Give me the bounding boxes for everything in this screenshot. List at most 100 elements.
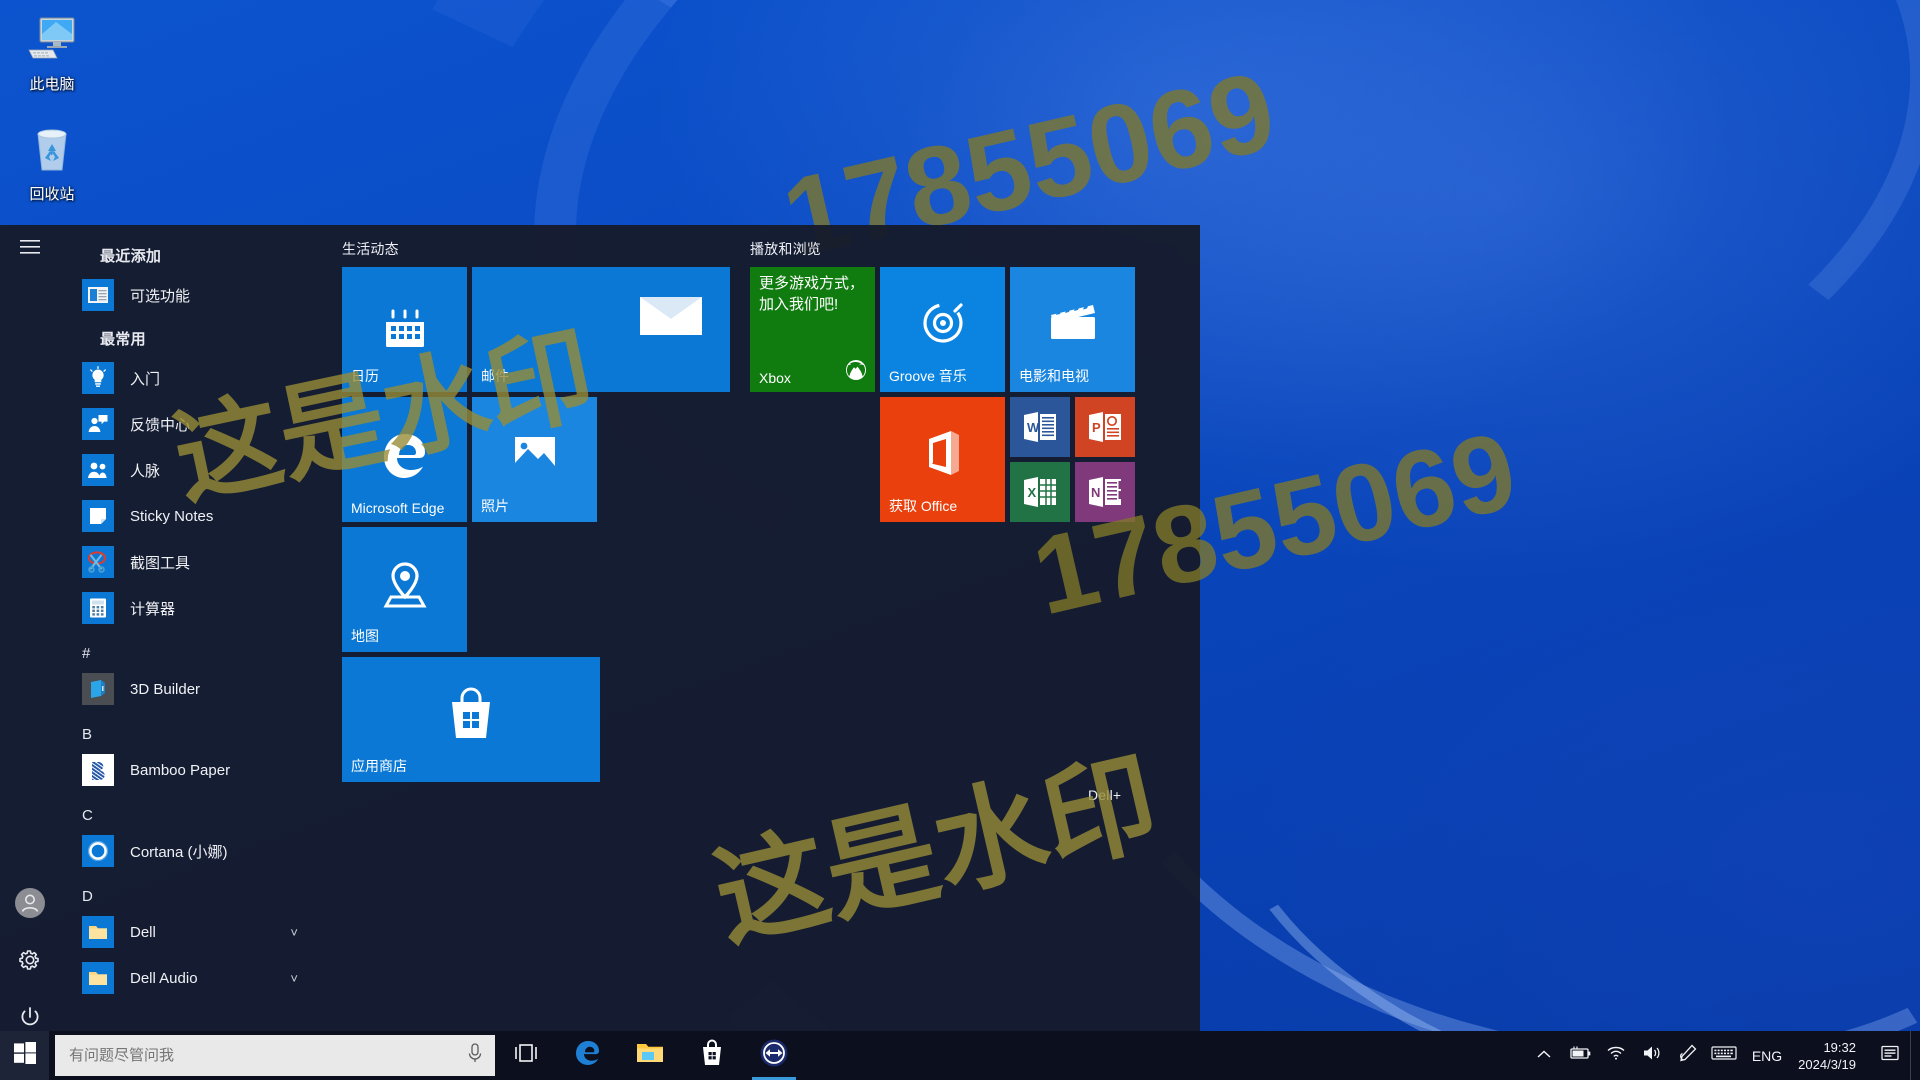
tile-movies-tv[interactable]: 电影和电视: [1010, 267, 1135, 392]
tile-get-office[interactable]: 获取 Office: [880, 397, 1005, 522]
get-started-icon: [82, 362, 114, 394]
desktop-icon-recycle-bin[interactable]: 回收站: [4, 120, 100, 204]
word-icon: W: [1010, 397, 1070, 457]
power-icon: [18, 1005, 42, 1034]
alpha-header-c[interactable]: C: [60, 793, 320, 828]
microphone-icon[interactable]: [465, 1042, 485, 1069]
edge-icon: [573, 1038, 603, 1073]
tile-label: Groove 音乐: [889, 368, 967, 384]
task-view-button[interactable]: [495, 1031, 557, 1080]
start-menu-rail: [0, 225, 60, 1031]
app-row-get-started[interactable]: 入门: [60, 355, 320, 401]
tile-word[interactable]: W: [1010, 397, 1070, 457]
speaker-icon: [1641, 1044, 1663, 1067]
chevron-down-icon[interactable]: ˅: [290, 925, 298, 940]
chevron-up-icon: [1536, 1047, 1552, 1065]
tiles-area[interactable]: 生活动态 日历 邮件 Microsoft Edge 照片 地图 应用商店 播放和…: [320, 225, 1200, 1031]
app-row-3d-builder[interactable]: 3D Builder: [60, 666, 320, 712]
feedback-hub-icon: [82, 408, 114, 440]
app-label: 人脉: [130, 462, 161, 480]
tile-group-title-play[interactable]: 播放和浏览: [750, 239, 821, 259]
hamburger-menu-button[interactable]: [0, 225, 60, 273]
network-button[interactable]: [1598, 1031, 1634, 1080]
clock-time: 19:32: [1823, 1039, 1856, 1055]
show-hidden-icons-button[interactable]: [1526, 1031, 1562, 1080]
hamburger-icon: [20, 239, 40, 259]
cortana-search-box[interactable]: [55, 1035, 495, 1076]
app-label: Bamboo Paper: [130, 761, 231, 779]
edge-button[interactable]: [557, 1031, 619, 1080]
wifi-icon: [1606, 1045, 1626, 1066]
battery-button[interactable]: [1562, 1031, 1598, 1080]
app-label: Sticky Notes: [130, 507, 214, 525]
alpha-header-d[interactable]: D: [60, 874, 320, 909]
alpha-header-b[interactable]: B: [60, 712, 320, 747]
sticky-notes-icon: [82, 500, 114, 532]
mail-icon: [638, 291, 704, 344]
tile-xbox[interactable]: 更多游戏方式，加入我们吧! Xbox: [750, 267, 875, 392]
teamviewer-button[interactable]: [743, 1031, 805, 1080]
start-menu[interactable]: 最近添加 可选功能 最常用 入门 反馈中心 人脉 Sticky Notes 截图…: [0, 225, 1200, 1031]
cortana-icon: [82, 835, 114, 867]
show-desktop-button[interactable]: [1910, 1031, 1920, 1080]
search-input[interactable]: [69, 1047, 465, 1064]
tile-mail[interactable]: 邮件: [472, 267, 730, 392]
action-center-button[interactable]: [1870, 1031, 1910, 1080]
folder-icon: [82, 916, 114, 948]
tile-label: 电影和电视: [1019, 368, 1089, 384]
app-row-dell[interactable]: Dell ˅: [60, 909, 320, 955]
tile-groove-music[interactable]: Groove 音乐: [880, 267, 1005, 392]
store-icon: [699, 1038, 725, 1073]
tile-excel[interactable]: X: [1010, 462, 1070, 522]
tile-maps[interactable]: 地图: [342, 527, 467, 652]
tile-store[interactable]: 应用商店: [342, 657, 600, 782]
app-row-cortana[interactable]: Cortana (小娜): [60, 828, 320, 874]
tile-onenote[interactable]: N: [1075, 462, 1135, 522]
app-row-bamboo-paper[interactable]: Bamboo Paper: [60, 747, 320, 793]
tile-group-title-life[interactable]: 生活动态: [342, 239, 399, 259]
app-label: 计算器: [130, 600, 176, 618]
tile-text: 更多游戏方式，加入我们吧!: [759, 275, 865, 313]
app-row-snipping-tool[interactable]: 截图工具: [60, 539, 320, 585]
clock-date: 2024/3/19: [1798, 1056, 1856, 1072]
optional-features-icon: [82, 279, 114, 311]
system-tray[interactable]: ENG 19:32 2024/3/19: [1526, 1031, 1920, 1080]
store-button[interactable]: [681, 1031, 743, 1080]
clock[interactable]: 19:32 2024/3/19: [1792, 1031, 1870, 1080]
taskbar[interactable]: ENG 19:32 2024/3/19: [0, 1031, 1920, 1080]
volume-button[interactable]: [1634, 1031, 1670, 1080]
tile-calendar[interactable]: 日历: [342, 267, 467, 392]
settings-button[interactable]: [0, 938, 60, 986]
app-row-people[interactable]: 人脉: [60, 447, 320, 493]
touch-keyboard-button[interactable]: [1706, 1031, 1742, 1080]
avatar: [15, 887, 45, 923]
bamboo-paper-icon: [82, 754, 114, 786]
desktop-icon-this-pc[interactable]: 此电脑: [4, 10, 100, 94]
app-row-sticky-notes[interactable]: Sticky Notes: [60, 493, 320, 539]
app-row-calculator[interactable]: 计算器: [60, 585, 320, 631]
tile-microsoft-edge[interactable]: Microsoft Edge: [342, 397, 467, 522]
chevron-down-icon[interactable]: ˅: [290, 971, 298, 986]
people-icon: [82, 454, 114, 486]
start-button[interactable]: [0, 1031, 49, 1080]
alpha-header-hash[interactable]: #: [60, 631, 320, 666]
pen-button[interactable]: [1670, 1031, 1706, 1080]
pen-icon: [1678, 1043, 1698, 1068]
user-account-button[interactable]: [0, 881, 60, 929]
tile-label: Microsoft Edge: [351, 500, 445, 516]
excel-icon: X: [1010, 462, 1070, 522]
app-label: 截图工具: [130, 554, 191, 572]
notification-icon: [1880, 1044, 1900, 1067]
tile-group-title-dell-plus[interactable]: Dell+: [1088, 787, 1121, 803]
tile-label: 应用商店: [351, 758, 407, 774]
file-explorer-button[interactable]: [619, 1031, 681, 1080]
app-row-optional-features[interactable]: 可选功能: [60, 272, 320, 318]
tile-label: 照片: [481, 498, 509, 514]
tile-powerpoint[interactable]: P: [1075, 397, 1135, 457]
tile-photos[interactable]: 照片: [472, 397, 597, 522]
app-list[interactable]: 最近添加 可选功能 最常用 入门 反馈中心 人脉 Sticky Notes 截图…: [60, 225, 320, 1031]
tile-label: 日历: [351, 368, 379, 384]
app-row-feedback-hub[interactable]: 反馈中心: [60, 401, 320, 447]
app-row-dell-audio[interactable]: Dell Audio ˅: [60, 955, 320, 1001]
language-indicator[interactable]: ENG: [1742, 1031, 1792, 1080]
